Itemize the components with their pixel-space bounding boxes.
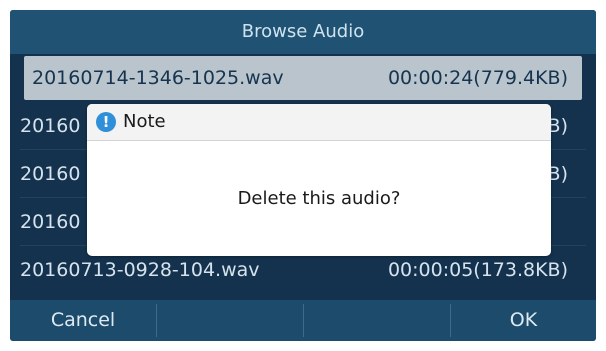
file-name: 20160 xyxy=(20,115,81,137)
file-name: 20160 xyxy=(20,211,81,233)
cancel-button[interactable]: Cancel xyxy=(10,300,156,341)
dialog-title: Note xyxy=(123,111,166,132)
screen-title: Browse Audio xyxy=(10,10,596,54)
file-name: 20160 xyxy=(20,163,81,185)
confirm-dialog: ! Note Delete this audio? xyxy=(87,104,551,256)
phone-screen: Browse Audio 20160714-1346-1025.wav 00:0… xyxy=(10,10,596,341)
info-icon: ! xyxy=(96,112,116,132)
dialog-header: ! Note xyxy=(87,104,551,141)
file-duration-size: 00:00:24(779.4KB) xyxy=(387,67,568,89)
dialog-message: Delete this audio? xyxy=(237,188,401,209)
list-item[interactable]: 20160714-1346-1025.wav 00:00:24(779.4KB) xyxy=(24,56,582,100)
softkey-2-button[interactable] xyxy=(157,300,303,341)
softkey-bar: Cancel OK xyxy=(10,300,596,341)
ok-button[interactable]: OK xyxy=(451,300,596,341)
softkey-3-button[interactable] xyxy=(304,300,450,341)
file-name: 20160714-1346-1025.wav xyxy=(32,67,284,89)
